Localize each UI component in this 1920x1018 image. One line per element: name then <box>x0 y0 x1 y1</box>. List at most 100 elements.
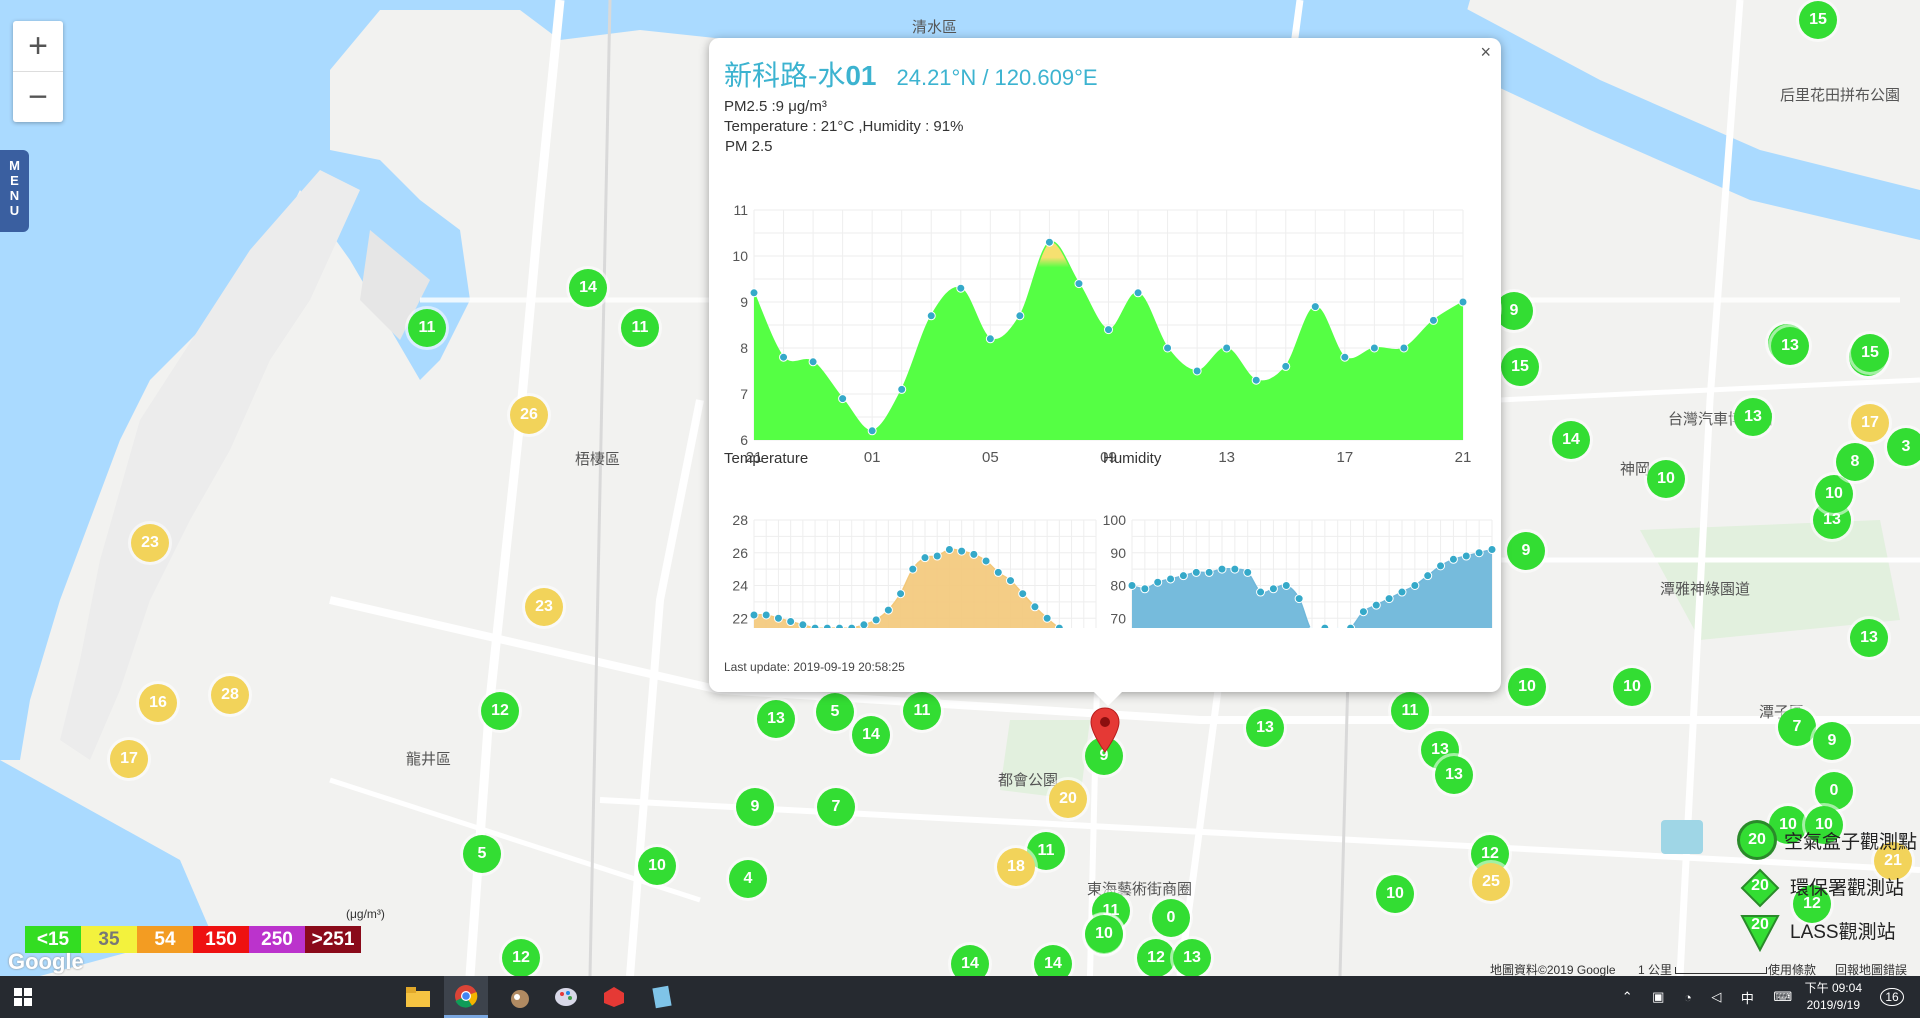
airbox-marker[interactable]: 10 <box>1508 668 1546 706</box>
station-info-popup: × 新科路-水01 24.21°N / 120.609°E PM2.5 :9 μg… <box>709 38 1501 706</box>
airbox-marker[interactable]: 10 <box>1613 668 1651 706</box>
airbox-marker[interactable]: 10 <box>1376 875 1414 913</box>
data-point <box>920 553 930 563</box>
airbox-marker[interactable]: 5 <box>816 693 854 731</box>
airbox-marker[interactable]: 13 <box>1850 619 1888 657</box>
airbox-marker[interactable]: 9 <box>1813 722 1851 760</box>
airbox-marker[interactable]: 23 <box>525 588 563 626</box>
app-icon-gimp[interactable] <box>500 976 540 1018</box>
tray-shield-icon[interactable]: ▣ <box>1652 989 1664 1005</box>
airbox-marker[interactable]: 7 <box>1778 708 1816 746</box>
map-layer-icon[interactable] <box>1661 820 1703 854</box>
airbox-marker[interactable]: 12 <box>1137 939 1175 976</box>
data-point <box>798 620 808 628</box>
data-point <box>1251 375 1261 385</box>
airbox-marker[interactable]: 15 <box>1799 1 1837 39</box>
airbox-marker[interactable]: 11 <box>903 692 941 730</box>
chrome-icon[interactable] <box>444 976 488 1018</box>
legend-swatch: 54 <box>137 926 193 953</box>
tray-keyboard-icon[interactable]: ⌨ <box>1773 989 1792 1005</box>
airbox-marker[interactable]: 15 <box>1851 334 1889 372</box>
zoom-in-button[interactable]: + <box>13 21 63 71</box>
airbox-marker[interactable]: 13 <box>1771 327 1809 365</box>
airbox-marker[interactable]: 9 <box>736 788 774 826</box>
tray-network-icon[interactable]: ◔ <box>1684 990 1692 1005</box>
place-label: 神岡 <box>1620 461 1651 478</box>
app-icon-notepad[interactable] <box>642 976 682 1018</box>
google-logo: Google <box>8 949 84 974</box>
airbox-marker[interactable]: 3 <box>1887 428 1920 466</box>
windows-start-icon[interactable] <box>0 976 46 1018</box>
data-point <box>808 357 818 367</box>
data-point <box>838 394 848 404</box>
airbox-marker[interactable]: 11 <box>1391 692 1429 730</box>
airbox-marker[interactable]: 13 <box>1246 709 1284 747</box>
data-point <box>867 426 877 436</box>
data-point <box>1281 581 1291 590</box>
data-point <box>1448 554 1458 564</box>
data-point <box>1346 623 1356 628</box>
airbox-marker[interactable]: 17 <box>1851 404 1889 442</box>
data-point <box>969 549 979 559</box>
app-icon-paint[interactable] <box>546 976 586 1018</box>
airbox-marker[interactable]: 25 <box>1472 863 1510 901</box>
airbox-marker[interactable]: 13 <box>1173 939 1211 976</box>
airbox-marker[interactable]: 13 <box>757 700 795 738</box>
data-point <box>944 544 954 554</box>
airbox-marker[interactable]: 20 <box>1049 780 1087 818</box>
close-icon[interactable]: × <box>1480 42 1491 63</box>
airbox-marker[interactable]: 10 <box>1647 460 1685 498</box>
file-explorer-icon[interactable] <box>398 976 438 1018</box>
app-icon-sketchup[interactable] <box>594 976 634 1018</box>
airbox-marker[interactable]: 11 <box>621 309 659 347</box>
data-point <box>749 610 759 620</box>
data-point <box>1140 584 1150 594</box>
airbox-marker[interactable]: 5 <box>463 835 501 873</box>
airbox-marker[interactable]: 14 <box>852 716 890 754</box>
airbox-marker[interactable]: 15 <box>1501 348 1539 386</box>
airbox-marker[interactable]: 7 <box>817 788 855 826</box>
y-tick-label: 28 <box>732 512 748 528</box>
data-point <box>981 556 991 566</box>
airbox-marker[interactable]: 0 <box>1152 899 1190 937</box>
data-point <box>779 352 789 362</box>
tray-volume-icon[interactable]: ◁ <box>1711 989 1721 1005</box>
airbox-marker[interactable]: 18 <box>997 848 1035 886</box>
airbox-marker[interactable]: 26 <box>510 396 548 434</box>
airbox-marker[interactable]: 14 <box>951 945 989 976</box>
airbox-marker[interactable]: 14 <box>569 269 607 307</box>
airbox-marker[interactable]: 11 <box>408 309 446 347</box>
airbox-marker[interactable]: 12 <box>481 692 519 730</box>
tray-chevron-up-icon[interactable]: ⌃ <box>1622 989 1633 1005</box>
airbox-marker[interactable]: 9 <box>1507 532 1545 570</box>
airbox-marker[interactable]: 28 <box>211 676 249 714</box>
airbox-marker[interactable]: 14 <box>1034 945 1072 976</box>
airbox-marker[interactable]: 0 <box>1815 772 1853 810</box>
data-point <box>1015 311 1025 321</box>
zoom-out-button[interactable]: − <box>13 71 63 122</box>
airbox-marker[interactable]: 16 <box>139 684 177 722</box>
data-point <box>993 567 1003 577</box>
data-point <box>1006 576 1015 586</box>
airbox-marker[interactable]: 4 <box>729 860 767 898</box>
airbox-marker[interactable]: 12 <box>502 939 540 976</box>
menu-tab[interactable]: M E N U <box>0 150 29 232</box>
data-point <box>957 546 967 556</box>
airbox-marker[interactable]: 10 <box>1815 475 1853 513</box>
pm25-chart-heading: PM 2.5 <box>725 138 773 155</box>
airbox-marker[interactable]: 13 <box>1734 398 1772 436</box>
airbox-marker[interactable]: 17 <box>110 740 148 778</box>
ime-indicator[interactable]: 中 <box>1741 988 1754 1007</box>
airbox-marker[interactable]: 14 <box>1552 421 1590 459</box>
airbox-marker[interactable]: 8 <box>1836 443 1874 481</box>
taskbar-clock[interactable]: 下午 09:04 2019/9/19 <box>1805 980 1862 1014</box>
airbox-marker[interactable]: 10 <box>1085 915 1123 953</box>
notification-center-icon[interactable]: 16 <box>1874 976 1910 1018</box>
airbox-marker[interactable]: 23 <box>131 524 169 562</box>
airbox-marker[interactable]: 13 <box>1435 756 1473 794</box>
selected-location-pin[interactable] <box>1089 706 1121 754</box>
menu-letter: N <box>9 188 20 203</box>
place-label: 后里花田拼布公園 <box>1780 87 1901 104</box>
airbox-marker[interactable]: 10 <box>638 847 676 885</box>
data-point <box>1256 587 1266 597</box>
